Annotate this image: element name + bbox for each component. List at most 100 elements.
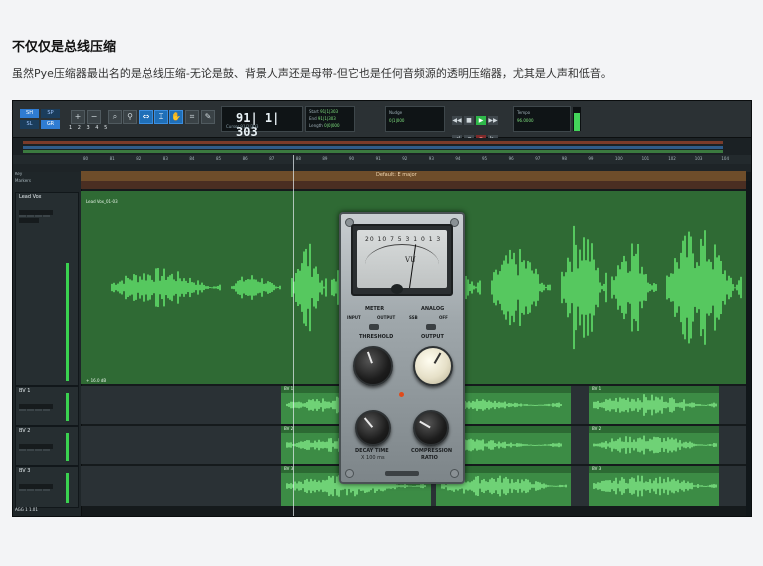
analog-label: ANALOG xyxy=(421,306,445,312)
spot-mode[interactable]: SP xyxy=(41,109,60,118)
transport-toolbar: SH SP SL GR + − ⌕ ⚲ ⇔ ⌶ ✋ ⌗ ✎ 1 2 3 4 5 91… xyxy=(13,101,751,144)
track-header-bv2[interactable]: BV 2 xyxy=(15,426,79,466)
ruler-tick: 88 xyxy=(295,156,301,161)
ruler-tick: 81 xyxy=(109,156,115,161)
plugin-handle xyxy=(385,471,419,476)
output-label: OUTPUT xyxy=(421,334,444,340)
playlist-selector[interactable] xyxy=(19,210,53,215)
track-header-bv3[interactable]: BV 3 xyxy=(15,466,79,508)
threshold-knob[interactable] xyxy=(353,346,393,386)
decay-time-knob[interactable] xyxy=(355,410,391,446)
trim-tool-icon[interactable]: ⇔ xyxy=(139,110,153,124)
decay-time-label: DECAY TIME xyxy=(355,448,389,454)
compression-label: COMPRESSION xyxy=(411,448,453,454)
ruler-tick: 91 xyxy=(375,156,381,161)
shuffle-mode[interactable]: SH xyxy=(20,109,39,118)
rewind-icon[interactable]: ◀◀ xyxy=(452,116,462,125)
nudge-readout[interactable]: Nudge 0|1|000 xyxy=(385,106,445,132)
ruler-tick: 94 xyxy=(455,156,461,161)
track-header-bv1[interactable]: BV 1 xyxy=(15,386,79,426)
vertical-scrollbar[interactable] xyxy=(746,181,751,516)
article-heading: 不仅仅是总线压缩 xyxy=(12,40,117,55)
ruler-tick: 80 xyxy=(83,156,89,161)
compression-ratio-knob[interactable] xyxy=(413,410,449,446)
slip-mode[interactable]: SL xyxy=(20,120,39,129)
tempo-readout[interactable]: Tempo 96.0000 xyxy=(513,106,571,132)
track-header-lead-vox[interactable]: Lead Vox xyxy=(15,192,79,386)
zoom-in-icon[interactable]: + xyxy=(71,110,85,124)
chord-label: Default: E major xyxy=(376,172,417,178)
ruler-tick: 99 xyxy=(588,156,594,161)
stop-icon[interactable]: ■ xyxy=(464,116,474,125)
playlist-selector[interactable] xyxy=(19,484,53,489)
ruler-tick: 87 xyxy=(269,156,275,161)
meter-label: METER xyxy=(365,306,385,312)
forward-icon[interactable]: ▶▶ xyxy=(488,116,498,125)
track-meter xyxy=(66,433,69,461)
vu-meter: 20 10 7 5 3 1 0 1 3 VU xyxy=(351,224,453,296)
output-switch-label: OUTPUT xyxy=(377,315,396,320)
threshold-label: THRESHOLD xyxy=(359,334,394,340)
session-overview[interactable] xyxy=(13,138,751,155)
markers-ruler-label: Markers xyxy=(15,178,31,183)
ruler-tick: 98 xyxy=(561,156,567,161)
meter-switch[interactable] xyxy=(369,324,379,330)
ruler-tick: 85 xyxy=(216,156,222,161)
pye-compressor-plugin[interactable]: 20 10 7 5 3 1 0 1 3 VU METER ANALOG INPU… xyxy=(339,212,465,484)
ruler-tick: 86 xyxy=(242,156,248,161)
edit-mode-buttons[interactable]: SH SP SL GR xyxy=(19,108,63,130)
ruler-tick: 100 xyxy=(615,156,623,161)
daw-screenshot: SH SP SL GR + − ⌕ ⚲ ⇔ ⌶ ✋ ⌗ ✎ 1 2 3 4 5 91… xyxy=(12,100,752,517)
markers-ruler[interactable] xyxy=(81,181,746,189)
track-meter xyxy=(66,473,69,503)
track-name[interactable]: BV 1 xyxy=(19,388,30,394)
ruler-tick: 96 xyxy=(508,156,514,161)
smart-tool-icon[interactable]: ⌗ xyxy=(185,110,199,124)
chord-ruler[interactable]: Default: E major xyxy=(81,171,746,181)
screw-icon xyxy=(345,469,354,478)
playlist-selector[interactable] xyxy=(19,444,53,449)
zoom-presets[interactable]: 1 2 3 4 5 xyxy=(69,125,109,131)
decay-time-sub: X 100 ms xyxy=(361,455,385,461)
zoom-out-icon[interactable]: − xyxy=(87,110,101,124)
screw-icon xyxy=(450,469,459,478)
analog-switch[interactable] xyxy=(426,324,436,330)
voice-selector[interactable] xyxy=(19,218,39,223)
ruler-tick: 83 xyxy=(162,156,168,161)
ruler-tick: 84 xyxy=(189,156,195,161)
ruler-tick: 92 xyxy=(402,156,408,161)
master-meter xyxy=(573,107,581,131)
main-counter: 91| 1| 303 Cursor 91|1|303 xyxy=(221,106,303,139)
play-icon[interactable]: ▶ xyxy=(476,116,486,125)
grid-mode[interactable]: GR xyxy=(41,120,60,129)
footer-track-label: AGG 1 1.01 xyxy=(15,507,38,512)
track-name[interactable]: Lead Vox xyxy=(19,194,42,200)
ruler-tick: 93 xyxy=(428,156,434,161)
ruler-tick: 104 xyxy=(721,156,730,161)
playhead-cursor[interactable] xyxy=(293,155,294,516)
off-label: OFF xyxy=(439,315,448,320)
ratio-label: RATIO xyxy=(421,455,438,461)
ruler-tick: 97 xyxy=(535,156,541,161)
zoom-tool-icon[interactable]: ⌕ xyxy=(108,110,122,124)
track-name[interactable]: BV 3 xyxy=(19,468,30,474)
output-knob[interactable] xyxy=(413,346,453,386)
ssb-label: SSB xyxy=(409,315,418,320)
track-name[interactable]: BV 2 xyxy=(19,428,30,434)
article: 不仅仅是总线压缩 虽然Pye压缩器最出名的是总线压缩-无论是鼓、背景人声还是母带… xyxy=(0,0,763,566)
selector-tool-icon[interactable]: ⌶ xyxy=(154,110,168,124)
playlist-selector[interactable] xyxy=(19,404,53,409)
magnifier-icon[interactable]: ⚲ xyxy=(123,110,137,124)
pencil-tool-icon[interactable]: ✎ xyxy=(201,110,215,124)
vu-scale: 20 10 7 5 3 1 0 1 3 xyxy=(365,236,442,243)
power-led-icon xyxy=(399,392,404,397)
ruler-tick: 102 xyxy=(668,156,676,161)
track-meter xyxy=(66,263,69,381)
selection-readout: Start 91|1|303 End 91|1|303 Length 0|0|0… xyxy=(305,106,355,132)
grabber-tool-icon[interactable]: ✋ xyxy=(169,110,183,124)
ruler-tick: 101 xyxy=(641,156,650,161)
transport-controls: ◀◀■▶▶▶ ◀|⟲●|▶ xyxy=(451,107,507,144)
ruler-tick: 95 xyxy=(482,156,488,161)
cursor-readout: Cursor 91|1|303 xyxy=(226,124,259,129)
track-meter xyxy=(66,393,69,421)
